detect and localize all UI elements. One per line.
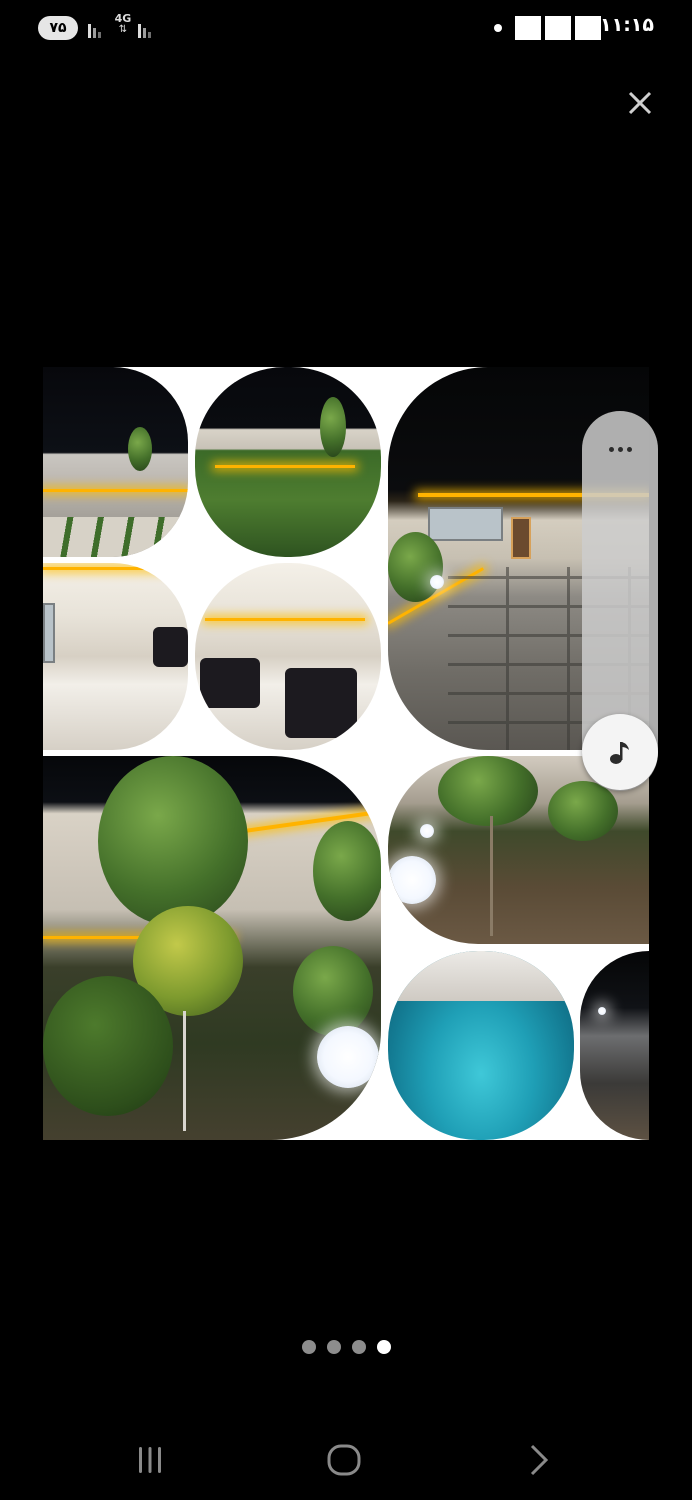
more-horizontal-icon bbox=[608, 446, 614, 452]
page-dot-2[interactable] bbox=[326, 1340, 341, 1354]
gallery-image[interactable] bbox=[43, 367, 649, 1140]
photo-tile-lounge bbox=[195, 563, 381, 750]
back-icon bbox=[530, 1444, 549, 1476]
network-type-label: 4G bbox=[114, 12, 132, 25]
photo-tile-facade bbox=[580, 951, 649, 1140]
more-button[interactable] bbox=[582, 429, 658, 469]
recent-apps-icon bbox=[139, 1447, 161, 1473]
notification-icon bbox=[515, 16, 541, 40]
clock: ۱۱:۱۵ bbox=[600, 14, 654, 36]
recent-apps-button[interactable] bbox=[120, 1438, 180, 1482]
close-button[interactable] bbox=[622, 85, 658, 121]
music-note-icon bbox=[610, 742, 629, 764]
music-button[interactable] bbox=[582, 714, 658, 790]
photo-tile-living-room bbox=[43, 563, 188, 750]
page-indicator bbox=[0, 1340, 692, 1354]
photo-tile-pool bbox=[388, 951, 574, 1140]
signal-strength-icon-2 bbox=[138, 16, 151, 38]
photo-tile-garden bbox=[43, 756, 381, 1140]
back-button[interactable] bbox=[508, 1438, 568, 1482]
photo-tile-yard bbox=[43, 367, 188, 557]
photo-tile-lawn bbox=[195, 367, 381, 557]
notification-dot bbox=[494, 24, 502, 32]
close-icon bbox=[628, 91, 652, 115]
signal-strength-icon bbox=[88, 16, 101, 38]
notification-icon bbox=[545, 16, 571, 40]
notification-icon bbox=[575, 16, 601, 40]
system-nav-bar bbox=[0, 1420, 692, 1500]
page-dot-3[interactable] bbox=[351, 1340, 366, 1354]
status-bar: ۷۵ 4G ⇅ ۱۱:۱۵ bbox=[0, 0, 692, 56]
home-button[interactable] bbox=[314, 1438, 374, 1482]
home-icon bbox=[327, 1444, 361, 1476]
battery-indicator: ۷۵ bbox=[38, 16, 78, 40]
data-activity-icon: ⇅ bbox=[118, 24, 128, 35]
page-dot-4-active[interactable] bbox=[376, 1340, 391, 1354]
page-dot-1[interactable] bbox=[301, 1340, 316, 1354]
